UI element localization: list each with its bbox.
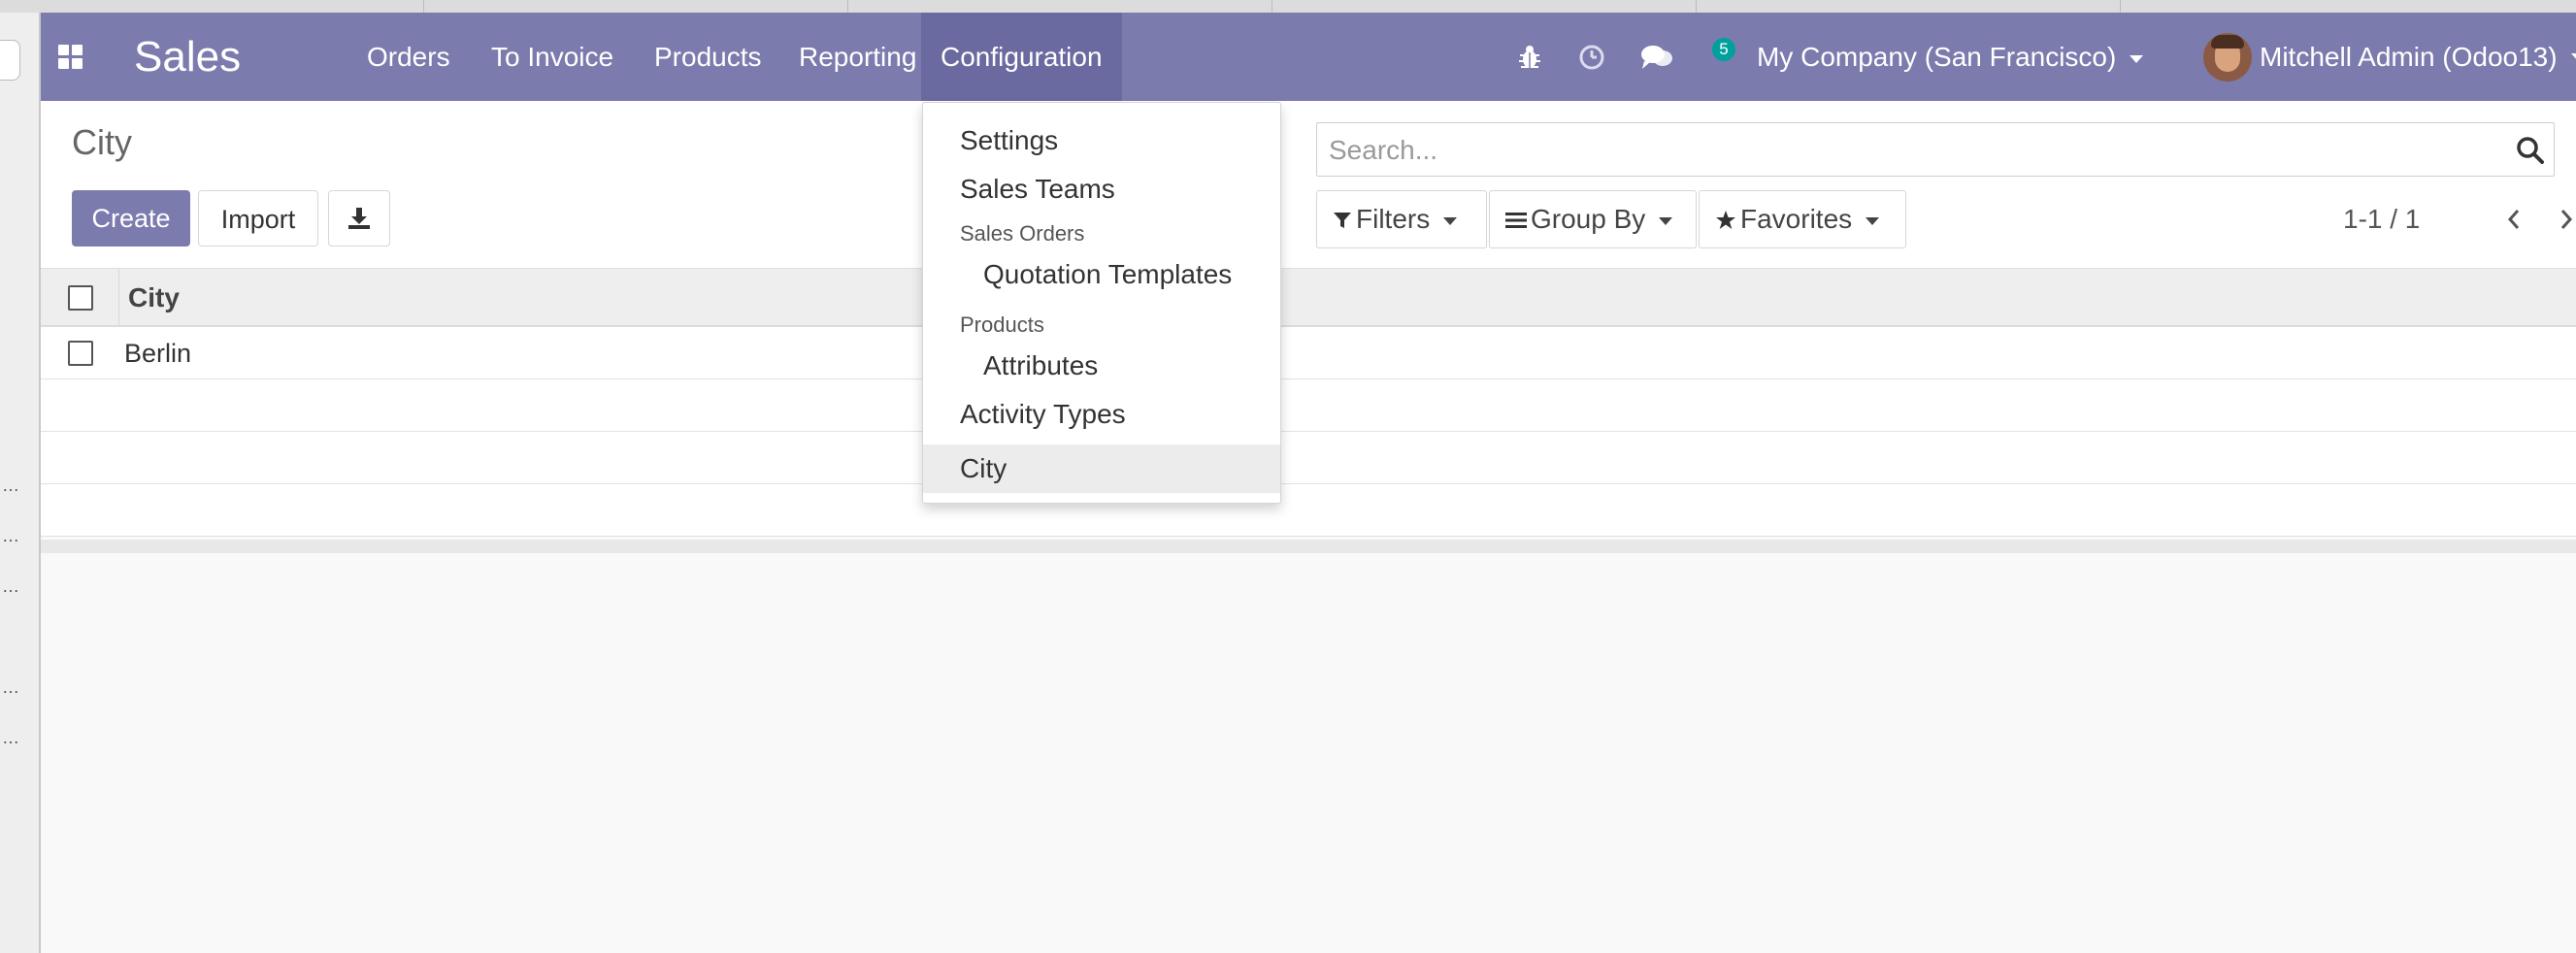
configuration-dropdown-menu: Settings Sales Teams Sales Orders Quotat… xyxy=(922,102,1281,504)
menu-item-quotation-templates[interactable]: Quotation Templates xyxy=(923,250,1280,299)
group-by-label: Group By xyxy=(1531,204,1646,234)
main-navbar: Sales Orders To Invoice Products Reporti… xyxy=(41,13,2576,101)
left-panel-input-stub[interactable] xyxy=(0,40,20,81)
app-brand[interactable]: Sales xyxy=(134,30,241,84)
avatar xyxy=(2203,32,2252,82)
download-icon xyxy=(348,208,370,229)
ellipsis-icon: … xyxy=(2,677,20,697)
menu-item-attributes[interactable]: Attributes xyxy=(923,342,1280,390)
select-all-checkbox[interactable] xyxy=(68,285,93,311)
menu-item-sales-teams[interactable]: Sales Teams xyxy=(923,165,1280,214)
caret-down-icon xyxy=(1659,216,1673,225)
ellipsis-icon: … xyxy=(2,476,20,495)
bug-icon[interactable] xyxy=(1508,13,1551,101)
column-header-city[interactable]: City xyxy=(128,269,180,327)
list-footer xyxy=(41,540,2576,553)
pager-previous-button[interactable] xyxy=(2496,202,2531,237)
ellipsis-icon: … xyxy=(2,728,20,747)
search-input[interactable] xyxy=(1327,123,2495,178)
breadcrumb: City xyxy=(72,122,132,162)
menu-products[interactable]: Products xyxy=(635,13,781,101)
menu-item-activity-types[interactable]: Activity Types xyxy=(923,390,1280,439)
clock-icon[interactable] xyxy=(1570,13,1613,101)
user-menu[interactable]: Mitchell Admin (Odoo13) xyxy=(2203,13,2576,101)
menu-to-invoice[interactable]: To Invoice xyxy=(472,13,633,101)
table-row-empty xyxy=(41,379,2576,432)
control-panel: City Create Import Filters Group By Favo… xyxy=(41,101,2576,269)
star-icon xyxy=(1716,211,1735,229)
menu-item-settings[interactable]: Settings xyxy=(923,116,1280,165)
menu-item-city[interactable]: City xyxy=(923,444,1280,493)
table-header-row: City xyxy=(41,269,2576,327)
list-icon xyxy=(1505,213,1527,228)
list-view: City Berlin xyxy=(41,269,2576,537)
menu-configuration[interactable]: Configuration xyxy=(921,13,1122,101)
download-button[interactable] xyxy=(328,190,390,246)
filters-label: Filters xyxy=(1356,204,1431,234)
ellipsis-icon: … xyxy=(2,526,20,545)
pager-value[interactable]: 1-1 / 1 xyxy=(2343,204,2420,235)
row-checkbox[interactable] xyxy=(68,341,93,366)
filters-button[interactable]: Filters xyxy=(1316,190,1487,248)
apps-grid-icon[interactable] xyxy=(58,45,85,72)
ellipsis-icon: … xyxy=(2,576,20,596)
caret-down-icon xyxy=(1866,216,1880,225)
menu-orders[interactable]: Orders xyxy=(347,13,470,101)
table-cell-city: Berlin xyxy=(124,339,192,368)
menu-reporting[interactable]: Reporting xyxy=(779,13,936,101)
caret-down-icon xyxy=(2130,54,2144,63)
table-row-empty xyxy=(41,484,2576,537)
chat-icon[interactable] xyxy=(1633,13,1681,101)
messages-count-badge: 5 xyxy=(1712,38,1735,61)
menu-section-products: Products xyxy=(960,312,1044,337)
table-row-empty xyxy=(41,432,2576,484)
left-side-panel: … … … … … xyxy=(0,13,41,953)
search-box xyxy=(1316,122,2555,178)
company-name: My Company (San Francisco) xyxy=(1757,42,2117,72)
favorites-button[interactable]: Favorites xyxy=(1699,190,1906,248)
table-row[interactable]: Berlin xyxy=(41,327,2576,379)
favorites-label: Favorites xyxy=(1740,204,1853,234)
filter-icon xyxy=(1334,213,1351,228)
import-button[interactable]: Import xyxy=(198,190,318,246)
search-icon[interactable] xyxy=(2515,135,2546,166)
pager-next-button[interactable] xyxy=(2549,202,2576,237)
chevron-left-icon xyxy=(2507,210,2520,229)
caret-down-icon xyxy=(1443,216,1458,225)
company-switcher[interactable]: My Company (San Francisco) xyxy=(1757,13,2144,101)
caret-down-icon xyxy=(2570,52,2576,61)
chevron-right-icon xyxy=(2560,210,2573,229)
browser-tab-strip xyxy=(0,0,2576,14)
create-button[interactable]: Create xyxy=(72,190,190,246)
menu-section-sales-orders: Sales Orders xyxy=(960,221,1085,246)
user-name: Mitchell Admin (Odoo13) xyxy=(2260,42,2558,72)
group-by-button[interactable]: Group By xyxy=(1489,190,1697,248)
